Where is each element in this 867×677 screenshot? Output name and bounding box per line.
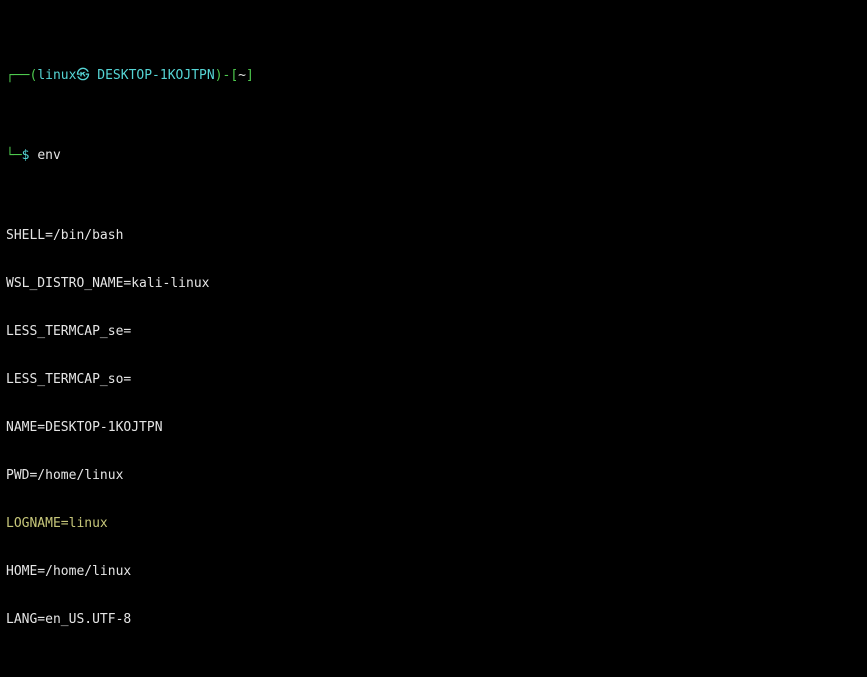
prompt-close-paren: )-[ [215,68,238,83]
prompt-prefix: └─ [6,148,22,163]
command-text: env [37,148,60,163]
env-less-se: LESS_TERMCAP_se= [6,324,861,340]
prompt-open: ┌──( [6,68,37,83]
env-lang: LANG=en_US.UTF-8 [6,612,861,628]
env-logname: LOGNAME=linux [6,516,861,532]
env-pwd: PWD=/home/linux [6,468,861,484]
prompt-user-host: linux㉿ DESKTOP-1KOJTPN [37,68,214,83]
prompt-end-bracket: ] [246,68,254,83]
env-shell: SHELL=/bin/bash [6,228,861,244]
env-home: HOME=/home/linux [6,564,861,580]
prompt-cwd: ~ [238,68,246,83]
env-wsl-distro: WSL_DISTRO_NAME=kali-linux [6,276,861,292]
env-name: NAME=DESKTOP-1KOJTPN [6,420,861,436]
prompt-dollar: $ [22,148,38,163]
prompt-line-2: └─$ env [6,148,861,164]
prompt-line-1: ┌──(linux㉿ DESKTOP-1KOJTPN)-[~] [6,68,861,84]
terminal-output[interactable]: ┌──(linux㉿ DESKTOP-1KOJTPN)-[~] └─$ env … [0,0,867,677]
env-less-so: LESS_TERMCAP_so= [6,372,861,388]
